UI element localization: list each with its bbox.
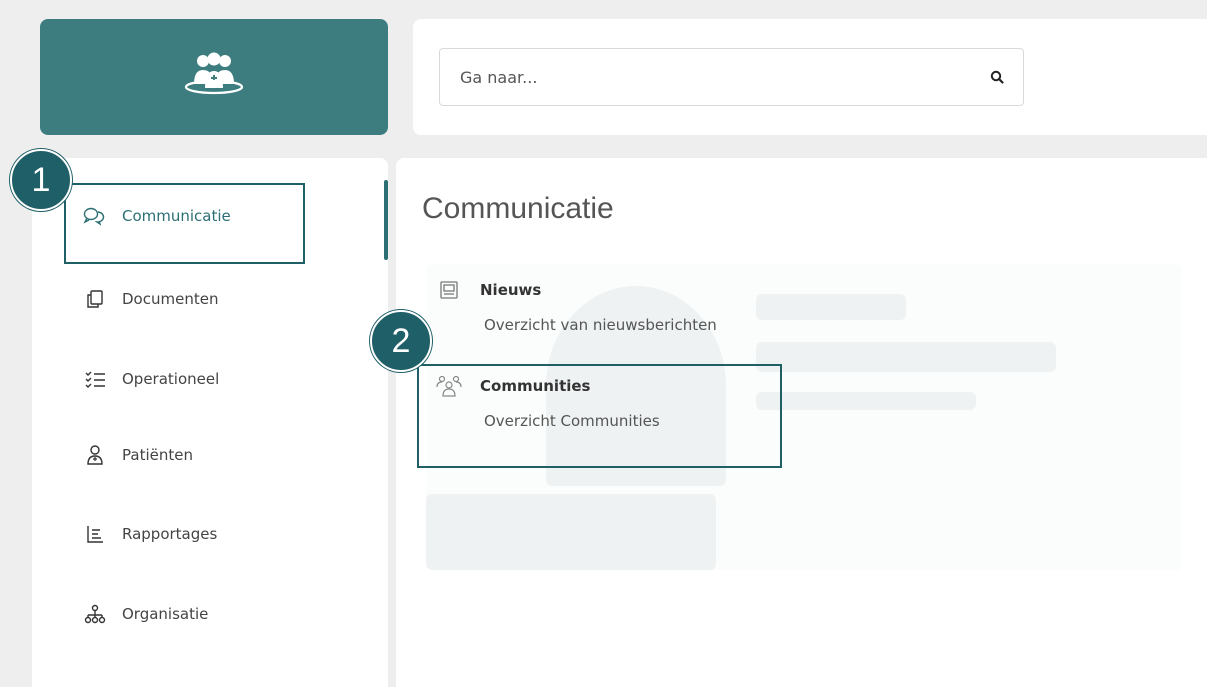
sidebar-item-documenten[interactable]: Documenten <box>82 279 218 319</box>
sidebar-item-operationeel[interactable]: Operationeel <box>82 359 219 399</box>
documents-icon <box>82 286 108 312</box>
callout-box-communities <box>417 364 782 468</box>
menu-item-title: Nieuws <box>480 281 542 299</box>
sidebar-item-organisatie[interactable]: Organisatie <box>82 594 208 634</box>
sidebar-item-label: Documenten <box>122 290 219 308</box>
report-icon <box>82 521 108 547</box>
page-title: Communicatie <box>422 192 614 225</box>
sidebar-item-label: Rapportages <box>122 525 218 543</box>
sidebar-item-rapportages[interactable]: Rapportages <box>82 514 217 554</box>
top-bar <box>413 19 1207 135</box>
newspaper-icon <box>436 278 462 302</box>
menu-item-description: Overzicht van nieuwsberichten <box>484 316 717 334</box>
sidebar-item-label: Patiënten <box>122 446 193 464</box>
active-indicator <box>384 180 388 260</box>
callout-badge-1: 1 <box>10 149 72 211</box>
sidebar-item-patienten[interactable]: Patiënten <box>82 435 193 475</box>
app-logo[interactable] <box>40 19 388 135</box>
checklist-icon <box>82 366 108 392</box>
care-team-logo-icon <box>182 52 246 102</box>
menu-item-nieuws[interactable]: Nieuws Overzicht van nieuwsberichten <box>436 278 717 334</box>
search-icon[interactable] <box>985 65 1009 89</box>
search-box[interactable] <box>439 48 1024 106</box>
callout-badge-2: 2 <box>370 310 432 372</box>
sidebar-item-label: Organisatie <box>122 605 209 623</box>
callout-box-communicatie <box>64 183 305 264</box>
patient-icon <box>82 442 108 468</box>
org-chart-icon <box>82 601 108 627</box>
sidebar-item-label: Operationeel <box>122 370 220 388</box>
search-input[interactable] <box>460 67 985 87</box>
